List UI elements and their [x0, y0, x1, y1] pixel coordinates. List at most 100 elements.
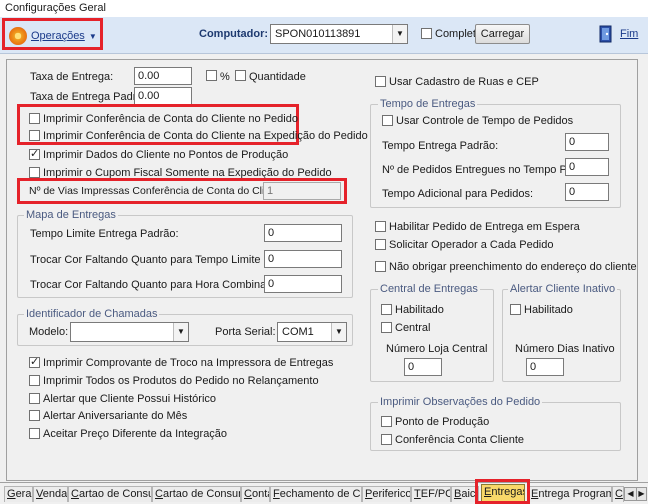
preco-diferente-checkbox[interactable] — [29, 428, 40, 439]
central-central-checkbox[interactable] — [381, 322, 392, 333]
modelo-select[interactable]: ▼ — [70, 322, 189, 342]
tab-conta[interactable]: Conta — [241, 486, 270, 502]
aniversariante-label: Alertar Aniversariante do Mês — [43, 410, 188, 422]
window-title: Configurações Geral — [5, 2, 106, 14]
tempo-entregas-title: Tempo de Entregas — [378, 98, 478, 110]
conferencia-conta-checkbox[interactable] — [381, 434, 392, 445]
tempo-padrao-input[interactable]: 0 — [565, 133, 609, 151]
tab-key: V — [36, 488, 43, 500]
tab-perifericos[interactable]: Perifericos — [362, 486, 411, 502]
numero-loja-label: Número Loja Central — [386, 343, 488, 355]
tab-key: C — [244, 488, 252, 500]
cor-tempo-label: Trocar Cor Faltando Quanto para Tempo Li… — [30, 254, 303, 266]
chevron-down-icon[interactable]: ▼ — [331, 323, 346, 341]
tab-label: EF/POS — [420, 488, 450, 500]
tab-co[interactable]: Co — [612, 486, 624, 502]
imprimir-dados-cliente-checkbox[interactable] — [29, 147, 40, 160]
solicitar-operador-label: Solicitar Operador a Cada Pedido — [389, 239, 554, 251]
usar-controle-label: Usar Controle de Tempo de Pedidos — [396, 115, 574, 127]
imprimir-conf-pedido-label: Imprimir Conferência de Conta do Cliente… — [43, 113, 298, 125]
tempo-limite-input[interactable]: 0 — [264, 224, 342, 242]
tempo-limite-label: Tempo Limite Entrega Padrão: — [30, 228, 179, 240]
tab-cartao-consumo-2[interactable]: Cartao de Consumo 2 — [152, 486, 241, 502]
tab-label: endas — [42, 488, 68, 500]
exit-door-icon — [599, 25, 612, 43]
taxa-entrega-label: Taxa de Entrega: — [30, 71, 114, 83]
habilitar-espera-label: Habilitar Pedido de Entrega em Espera — [389, 221, 580, 233]
tab-geral[interactable]: Geral — [4, 486, 33, 502]
computador-select[interactable]: SPON010113891 ▼ — [270, 24, 408, 44]
tab-fechamento-caixa[interactable]: Fechamento de Caixa — [270, 486, 362, 502]
num-vias-input[interactable]: 1 — [263, 182, 341, 200]
central-central-label: Central — [395, 322, 431, 334]
tab-label: artao de Consumo — [78, 488, 151, 500]
imprimir-dados-cliente-label: Imprimir Dados do Cliente no Pontos de P… — [43, 149, 289, 161]
tab-vendas[interactable]: Vendas — [33, 486, 68, 502]
historico-checkbox[interactable] — [29, 393, 40, 404]
troco-label: Imprimir Comprovante de Troco na Impress… — [43, 357, 334, 369]
imprimir-conf-expedicao-checkbox[interactable] — [29, 130, 40, 141]
quantidade-checkbox[interactable] — [235, 70, 246, 81]
alertar-habilitado-checkbox[interactable] — [510, 304, 521, 315]
imprimir-conf-pedido-checkbox[interactable] — [29, 113, 40, 124]
numero-loja-input[interactable]: 0 — [404, 358, 442, 376]
num-vias-label: Nº de Vias Impressas Conferência de Cont… — [29, 185, 288, 197]
carregar-button[interactable]: Carregar — [475, 24, 530, 44]
tab-label: artao de Consumo 2 — [162, 488, 240, 500]
usar-controle-checkbox[interactable] — [382, 115, 393, 126]
computador-value: SPON010113891 — [275, 28, 361, 40]
tab-scroll-right-icon[interactable]: ▶ — [636, 487, 647, 501]
chevron-down-icon[interactable]: ▼ — [173, 323, 188, 341]
alertar-habilitado-label: Habilitado — [524, 304, 573, 316]
tempo-padrao-label: Tempo Entrega Padrão: — [382, 140, 499, 152]
ponto-producao-label: Ponto de Produção — [395, 416, 490, 428]
completo-checkbox[interactable] — [421, 28, 432, 39]
cor-hora-input[interactable]: 0 — [264, 275, 342, 293]
preco-diferente-label: Aceitar Preço Diferente da Integração — [43, 428, 228, 440]
aniversariante-checkbox[interactable] — [29, 410, 40, 421]
numero-dias-label: Número Dias Inativo — [515, 343, 615, 355]
tab-label: ntrega Programada — [538, 488, 611, 500]
nao-obrigar-label: Não obrigar preenchimento do endereço do… — [389, 261, 637, 273]
conferencia-conta-label: Conferência Conta Cliente — [395, 434, 525, 446]
todos-produtos-checkbox[interactable] — [29, 375, 40, 386]
taxa-padrao-input[interactable]: 0.00 — [134, 87, 192, 105]
troco-checkbox[interactable] — [29, 355, 40, 368]
tab-entrega-programada[interactable]: Entrega Programada — [528, 486, 612, 502]
tab-tef-pos[interactable]: TEF/POS — [411, 486, 451, 502]
percent-label: % — [220, 71, 230, 83]
fim-button[interactable]: Fim — [597, 23, 641, 47]
historico-label: Alertar que Cliente Possui Histórico — [43, 393, 217, 405]
tab-key: G — [7, 488, 16, 500]
tab-label: erifericos — [372, 488, 411, 500]
percent-checkbox[interactable] — [206, 70, 217, 81]
tab-key: T — [414, 488, 421, 500]
tab-label: eral — [15, 488, 33, 500]
imprimir-conf-expedicao-label: Imprimir Conferência de Conta do Cliente… — [43, 130, 368, 142]
nao-obrigar-checkbox[interactable] — [375, 261, 386, 272]
observacoes-title: Imprimir Observações do Pedido — [378, 396, 543, 408]
imprimir-cupom-checkbox[interactable] — [29, 167, 40, 178]
porta-serial-select[interactable]: COM1 ▼ — [277, 322, 347, 342]
tab-key: C — [71, 488, 79, 500]
porta-serial-value: COM1 — [282, 326, 314, 338]
ponto-producao-checkbox[interactable] — [381, 416, 392, 427]
cadastro-ruas-label: Usar Cadastro de Ruas e CEP — [389, 76, 539, 88]
num-pedidos-input[interactable]: 0 — [565, 158, 609, 176]
tempo-adicional-input[interactable]: 0 — [565, 183, 609, 201]
chevron-down-icon[interactable]: ▼ — [392, 25, 407, 43]
tab-label: echamento de Caixa — [279, 488, 361, 500]
taxa-entrega-input[interactable]: 0.00 — [134, 67, 192, 85]
solicitar-operador-checkbox[interactable] — [375, 239, 386, 250]
tab-cartao-consumo[interactable]: Cartao de Consumo — [68, 486, 152, 502]
toolbar: Operações ▼ Computador: SPON010113891 ▼ … — [0, 17, 648, 54]
central-entregas-title: Central de Entregas — [378, 283, 480, 295]
central-habilitado-checkbox[interactable] — [381, 304, 392, 315]
alertar-inativo-title: Alertar Cliente Inativo — [508, 283, 618, 295]
modelo-label: Modelo: — [29, 326, 69, 338]
habilitar-espera-checkbox[interactable] — [375, 221, 386, 232]
cor-tempo-input[interactable]: 0 — [264, 250, 342, 268]
cadastro-ruas-checkbox[interactable] — [375, 76, 386, 87]
computador-label: Computador: — [199, 28, 269, 40]
numero-dias-input[interactable]: 0 — [526, 358, 564, 376]
